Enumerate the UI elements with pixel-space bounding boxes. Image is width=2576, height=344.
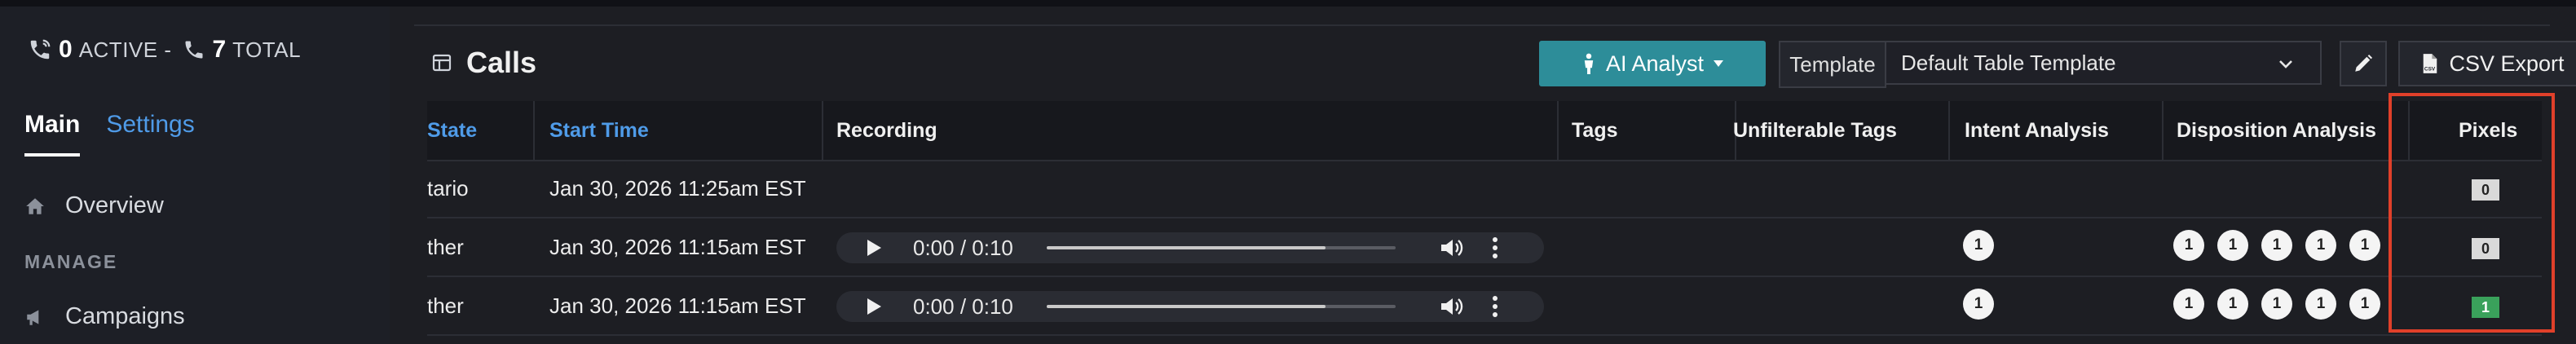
audio-progress-track[interactable] [1047, 305, 1396, 308]
home-icon [24, 196, 46, 216]
page-title-text: Calls [466, 46, 537, 79]
active-label: ACTIVE - [78, 37, 172, 62]
disposition-badge[interactable]: 1 [2217, 289, 2248, 320]
disposition-badge[interactable]: 1 [2349, 230, 2380, 261]
pixels-badge[interactable]: 0 [2472, 179, 2499, 201]
disposition-badge[interactable]: 1 [2173, 230, 2204, 261]
column-header-state[interactable]: State [427, 101, 477, 160]
caret-down-icon [1714, 60, 1724, 67]
chevron-down-icon [2276, 54, 2296, 73]
audio-player[interactable]: 0:00 / 0:10 [836, 232, 1544, 263]
template-value: Default Table Template [1901, 50, 2116, 75]
table-row[interactable]: ther Jan 30, 2026 11:15am EST 0:00 / 0:1… [427, 218, 2542, 277]
column-divider [1948, 101, 1950, 160]
call-status: 0 ACTIVE - 7 TOTAL [28, 36, 301, 64]
column-header-intent-analysis[interactable]: Intent Analysis [1965, 101, 2109, 160]
volume-icon[interactable] [1440, 296, 1464, 317]
audio-progress-track[interactable] [1047, 246, 1396, 249]
person-icon [1581, 53, 1596, 74]
audio-progress-fill [1047, 305, 1326, 308]
csv-file-icon: CSV [2421, 53, 2439, 74]
audio-progress-fill [1047, 246, 1326, 249]
edit-template-button[interactable] [2340, 41, 2387, 86]
sidebar: 0 ACTIVE - 7 TOTAL Main Settings Overvie… [0, 7, 390, 344]
cell-state: ther [427, 234, 464, 259]
table-row[interactable]: ther Jan 30, 2026 11:15am EST 0:00 / 0:1… [427, 277, 2542, 336]
disposition-badge[interactable]: 1 [2349, 289, 2380, 320]
cell-state: ther [427, 293, 464, 318]
disposition-badge[interactable]: 1 [2261, 230, 2292, 261]
nav-section-manage: MANAGE [24, 251, 118, 272]
disposition-badge[interactable]: 1 [2305, 289, 2336, 320]
sidebar-item-label: Overview [65, 192, 164, 218]
intent-badge[interactable]: 1 [1963, 289, 1994, 320]
table-row[interactable]: tario Jan 30, 2026 11:25am EST 0 [427, 160, 2542, 218]
disposition-badge[interactable]: 1 [2217, 230, 2248, 261]
disposition-badge[interactable]: 1 [2261, 289, 2292, 320]
cell-start-time: Jan 30, 2026 11:15am EST [549, 293, 806, 318]
volume-icon[interactable] [1440, 237, 1464, 258]
intent-badge[interactable]: 1 [1963, 230, 1994, 261]
disposition-badge[interactable]: 1 [2173, 289, 2204, 320]
ai-analyst-label: AI Analyst [1605, 51, 1705, 76]
svg-text:CSV: CSV [2424, 66, 2436, 72]
audio-time: 0:00 / 0:10 [913, 293, 1013, 319]
calls-table: State Start Time Recording Tags Unfilter… [427, 101, 2542, 344]
cell-start-time: Jan 30, 2026 11:25am EST [549, 175, 806, 201]
header-divider [414, 24, 2550, 26]
column-divider [2408, 101, 2410, 160]
page-title: Calls [432, 46, 536, 80]
tab-settings[interactable]: Settings [106, 111, 194, 157]
kebab-icon[interactable] [1492, 295, 1498, 318]
ai-analyst-button[interactable]: AI Analyst [1539, 41, 1766, 86]
table-header: State Start Time Recording Tags Unfilter… [427, 101, 2542, 161]
template-label: Template [1779, 41, 1886, 88]
column-header-tags[interactable]: Tags [1572, 101, 1618, 160]
table-icon [432, 53, 452, 73]
cell-state: tario [427, 175, 469, 201]
csv-export-label: CSV Export [2449, 51, 2565, 76]
column-header-disposition-analysis[interactable]: Disposition Analysis [2177, 101, 2376, 160]
column-header-start-time[interactable]: Start Time [549, 101, 649, 160]
column-header-unfilterable-tags[interactable]: Unfilterable Tags [1733, 101, 1897, 160]
sidebar-item-campaigns[interactable]: Campaigns [24, 303, 185, 330]
sidebar-item-label: Campaigns [65, 303, 185, 329]
template-select[interactable]: Default Table Template [1885, 41, 2322, 85]
audio-time: 0:00 / 0:10 [913, 235, 1013, 260]
megaphone-icon [24, 307, 46, 327]
cell-start-time: Jan 30, 2026 11:15am EST [549, 234, 806, 259]
pixels-badge[interactable]: 1 [2472, 297, 2499, 318]
total-count: 7 [212, 36, 227, 63]
disposition-badge[interactable]: 1 [2305, 230, 2336, 261]
sidebar-tabs: Main Settings [24, 111, 195, 157]
play-icon[interactable] [866, 239, 882, 257]
phone-icon [183, 38, 205, 61]
pencil-icon [2353, 53, 2374, 74]
pixels-badge[interactable]: 0 [2472, 238, 2499, 259]
column-divider [2162, 101, 2164, 160]
column-divider [1557, 101, 1559, 160]
total-label: TOTAL [232, 37, 302, 62]
column-header-pixels[interactable]: Pixels [2459, 101, 2517, 160]
active-count: 0 [59, 36, 73, 63]
column-divider [533, 101, 535, 160]
top-border [0, 0, 2576, 7]
kebab-icon[interactable] [1492, 236, 1498, 259]
play-icon[interactable] [866, 298, 882, 315]
audio-player[interactable]: 0:00 / 0:10 [836, 291, 1544, 322]
sidebar-item-overview[interactable]: Overview [24, 192, 164, 219]
column-divider [822, 101, 823, 160]
csv-export-button[interactable]: CSV CSV Export [2398, 41, 2576, 86]
phone-volume-icon [28, 37, 52, 62]
column-header-recording[interactable]: Recording [836, 101, 937, 160]
tab-main[interactable]: Main [24, 111, 81, 157]
